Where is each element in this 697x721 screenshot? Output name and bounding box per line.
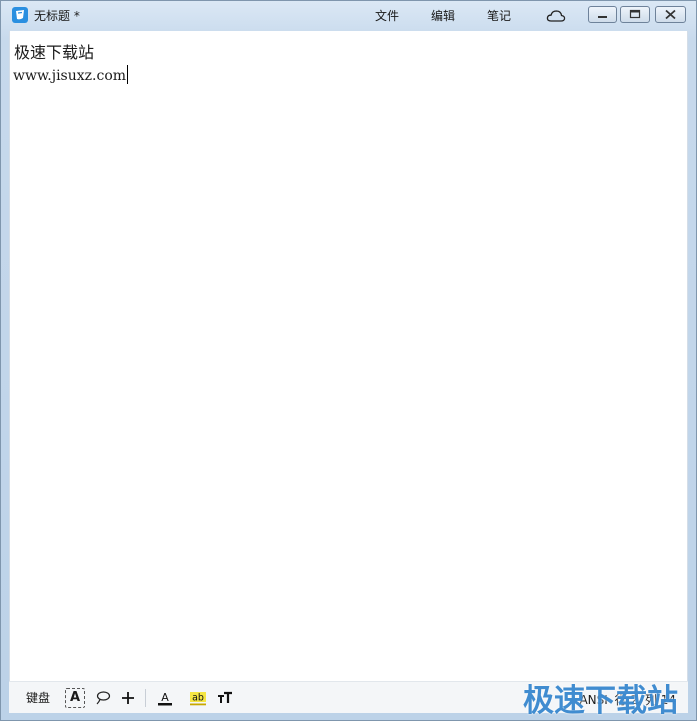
highlight-glyph: ab — [192, 692, 204, 703]
document-title: 无标题 * — [34, 9, 80, 23]
highlight-button[interactable]: ab — [187, 682, 209, 713]
title-bar[interactable]: 无标题 * 文件 编辑 笔记 — [1, 1, 696, 31]
editor-line-2: www.jisuxz.com — [13, 65, 129, 84]
font-size-icon — [218, 691, 232, 703]
site-watermark: 极速下载站 — [523, 683, 678, 719]
editor-line-1: 极速下载站 — [14, 43, 95, 62]
text-editor[interactable]: 极速下载站 www.jisuxz.com — [9, 31, 688, 681]
lasso-button[interactable] — [93, 682, 113, 713]
highlight-icon: ab — [190, 691, 206, 705]
minimize-button[interactable] — [588, 6, 617, 23]
menu-edit[interactable]: 编辑 — [431, 7, 455, 24]
editor-line-2-text: www.jisuxz.com — [13, 68, 127, 84]
add-button[interactable] — [119, 682, 137, 713]
maximize-button[interactable] — [620, 6, 650, 23]
lasso-icon — [96, 690, 111, 704]
font-color-icon: A — [158, 691, 172, 705]
font-color-glyph: A — [161, 691, 169, 704]
plus-icon — [122, 691, 134, 704]
text-caret — [127, 65, 129, 84]
font-color-button[interactable]: A — [155, 682, 175, 713]
close-button[interactable] — [655, 6, 686, 23]
app-logo-icon — [12, 7, 28, 23]
text-box-icon: A — [65, 687, 85, 708]
keyboard-button[interactable]: 键盘 — [23, 682, 53, 713]
cloud-sync-icon[interactable] — [546, 8, 566, 22]
app-window: 无标题 * 文件 编辑 笔记 极速下载站 www.jisuxz.com 键盘 A… — [0, 0, 697, 721]
menu-file[interactable]: 文件 — [375, 7, 399, 24]
text-box-button[interactable]: A — [63, 682, 87, 713]
toolbar-divider — [145, 689, 146, 707]
menu-notes[interactable]: 笔记 — [487, 7, 511, 24]
font-size-button[interactable] — [215, 682, 235, 713]
